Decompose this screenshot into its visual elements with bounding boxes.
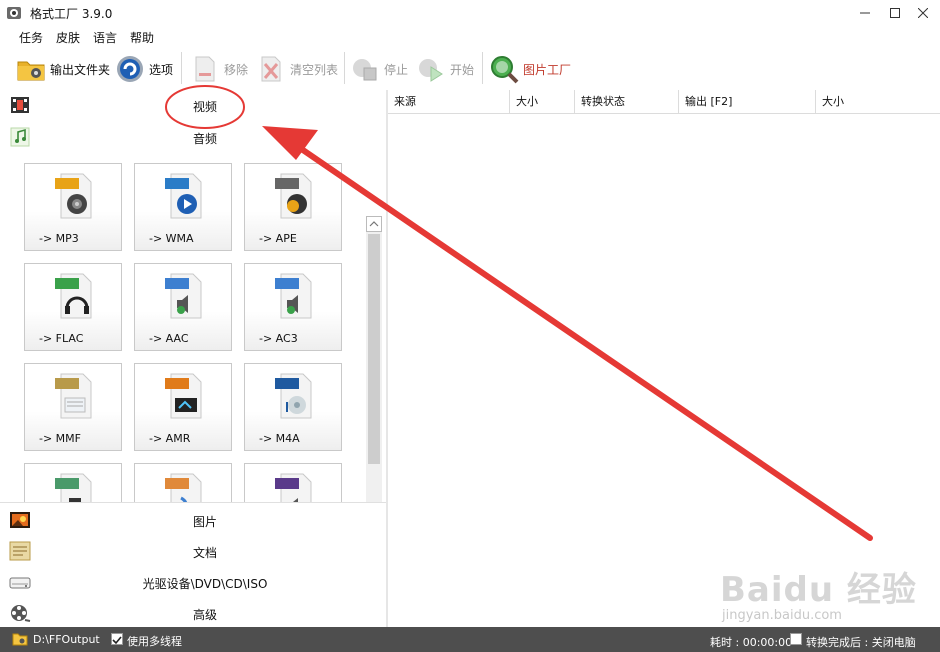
minimize-icon [860,12,870,14]
window-title: 格式工厂 3.9.0 [30,7,113,21]
column-size[interactable]: 大小 [510,90,575,114]
options-button[interactable]: 选项 [115,52,173,86]
format-tile-ac3[interactable]: -> AC3 [244,263,342,351]
baidu-watermark: Baidu 经验 jingyan.baidu.com [720,562,930,632]
after-convert-checkbox[interactable] [790,633,802,645]
aac-file-icon [165,273,202,319]
app-window: 格式工厂 3.9.0 任务 皮肤 语言 帮助 输出文件夹 选项 移除 清空列表 … [0,0,940,652]
column-output-size[interactable]: 大小 [816,90,940,114]
m4a-file-icon [275,373,312,419]
maximize-icon [890,8,900,18]
task-list[interactable]: 来源 大小 转换状态 输出 [F2] 大小 [388,90,940,627]
wav-file-icon [275,473,312,502]
mmf-file-icon [55,373,92,419]
toolbar-separator [482,52,483,84]
format-tile-flac[interactable]: -> FLAC [24,263,122,351]
app-logo-icon [7,7,21,19]
wma-file-icon [165,173,202,219]
format-tile-aac[interactable]: -> AAC [134,263,232,351]
menu-bar: 任务 皮肤 语言 帮助 [0,26,940,48]
category-document[interactable]: 文档 [0,536,386,566]
gear-icon [117,56,143,82]
column-output[interactable]: 输出 [F2] [679,90,816,114]
remove-button[interactable]: 移除 [190,52,248,86]
m4r-file-icon [55,473,92,502]
maximize-button[interactable] [880,0,910,26]
remove-doc-icon [195,56,215,82]
start-button[interactable]: 开始 [416,52,474,86]
close-button[interactable] [908,0,938,26]
format-tile-ogg[interactable] [134,463,232,502]
checkmark-icon [112,636,122,645]
category-panel: 视频 音频 -> MP3 -> WMA -> APE -> FLAC -> AA… [0,90,386,627]
format-tile-m4r[interactable] [24,463,122,502]
toolbar-separator [344,52,345,84]
format-tile-wma[interactable]: -> WMA [134,163,232,251]
ac3-file-icon [275,273,312,319]
scroll-thumb[interactable] [368,234,380,464]
menu-task[interactable]: 任务 [19,29,43,46]
format-tile-mp3[interactable]: -> MP3 [24,163,122,251]
minimize-button[interactable] [850,0,880,26]
category-picture[interactable]: 图片 [0,505,386,535]
ogg-file-icon [165,473,202,502]
watermark-logo: Baidu 经验 [720,570,917,610]
flac-file-icon [55,273,92,319]
toolbar: 输出文件夹 选项 移除 清空列表 停止 开始 图片工厂 [0,48,940,90]
clear-list-button[interactable]: 清空列表 [256,52,338,86]
other-categories: 图片 文档 光驱设备\DVD\CD\ISO 高级 [0,502,386,627]
audio-format-grid: -> MP3 -> WMA -> APE -> FLAC -> AAC -> A… [0,152,386,502]
folder-icon[interactable] [12,632,28,646]
scroll-up-icon[interactable] [366,216,382,232]
picture-factory-button[interactable]: 图片工厂 [489,52,571,86]
amr-file-icon [165,373,202,419]
category-advanced[interactable]: 高级 [0,598,386,628]
category-audio[interactable]: 音频 [0,122,386,152]
magnifier-icon [491,56,519,84]
menu-help[interactable]: 帮助 [130,29,154,46]
close-icon [918,8,928,18]
watermark-url: jingyan.baidu.com [722,608,842,623]
format-tile-ape[interactable]: -> APE [244,163,342,251]
category-video[interactable]: 视频 [0,90,386,120]
toolbar-separator [181,52,182,84]
column-source[interactable]: 来源 [388,90,510,114]
format-grid-scrollbar[interactable] [366,216,382,502]
mp3-file-icon [55,173,92,219]
column-status[interactable]: 转换状态 [575,90,679,114]
menu-language[interactable]: 语言 [93,29,117,46]
title-bar[interactable]: 格式工厂 3.9.0 [0,0,940,26]
folder-icon [17,61,45,81]
clear-list-icon [261,56,281,82]
category-optical[interactable]: 光驱设备\DVD\CD\ISO [0,567,386,597]
ape-file-icon [275,173,312,219]
format-tile-m4a[interactable]: -> M4A [244,363,342,451]
format-tile-amr[interactable]: -> AMR [134,363,232,451]
start-icon [419,59,443,82]
after-convert-label: 转换完成后 : 关闭电脑 [806,636,916,649]
format-tile-mmf[interactable]: -> MMF [24,363,122,451]
task-table-header: 来源 大小 转换状态 输出 [F2] 大小 [388,90,940,114]
multithread-checkbox[interactable] [111,633,123,645]
output-path[interactable]: D:\FFOutput [33,633,100,646]
elapsed-time: 耗时 : 00:00:00 [710,636,793,649]
menu-skin[interactable]: 皮肤 [56,29,80,46]
multithread-label: 使用多线程 [127,635,182,648]
output-folder-button[interactable]: 输出文件夹 [16,52,110,86]
format-tile-wav[interactable] [244,463,342,502]
stop-icon [353,59,377,81]
stop-button[interactable]: 停止 [350,52,408,86]
